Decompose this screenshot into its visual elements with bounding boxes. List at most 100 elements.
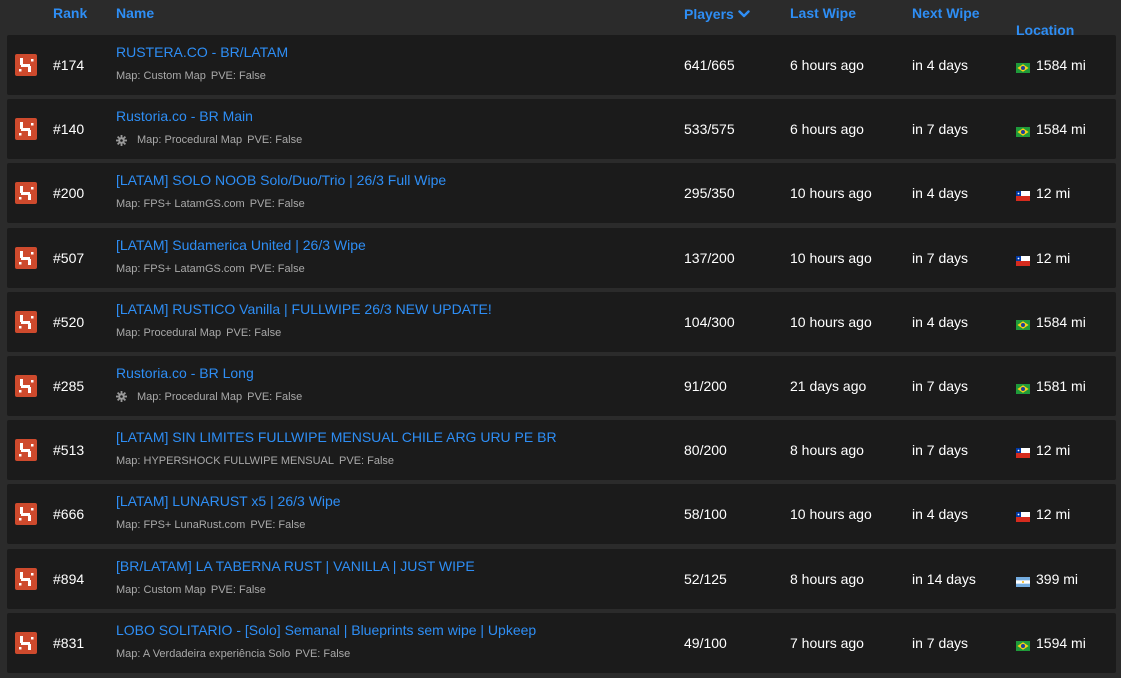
table-row[interactable]: #520 [LATAM] RUSTICO Vanilla | FULLWIPE … (7, 291, 1116, 352)
players-column-header[interactable]: Players (684, 5, 750, 22)
server-meta: Map: A Verdadeira experiência Solo PVE: … (116, 648, 350, 660)
server-rank: #200 (53, 185, 85, 202)
server-location: 12 mi (1016, 442, 1071, 459)
server-distance: 399 mi (1036, 570, 1079, 587)
server-meta: Map: FPS+ LatamGS.com PVE: False (116, 263, 305, 275)
rust-game-icon (15, 118, 37, 141)
brazil-flag-icon (1016, 317, 1030, 330)
rust-game-icon (15, 246, 37, 269)
server-last-wipe: 8 hours ago (790, 442, 864, 459)
rust-game-icon (15, 631, 37, 654)
server-distance: 12 mi (1036, 185, 1071, 202)
server-name-link[interactable]: [BR/LATAM] LA TABERNA RUST | VANILLA | J… (116, 558, 475, 574)
server-meta: Map: Procedural Map PVE: False (116, 391, 302, 403)
server-rank: #513 (53, 442, 85, 459)
server-last-wipe: 7 hours ago (790, 634, 864, 651)
chile-flag-icon (1016, 253, 1030, 266)
server-meta: Map: Custom Map PVE: False (116, 70, 266, 82)
server-name-link[interactable]: Rustoria.co - BR Long (116, 365, 254, 381)
brazil-flag-icon (1016, 381, 1030, 394)
server-name-link[interactable]: LOBO SOLITARIO - [Solo] Semanal | Bluepr… (116, 622, 536, 638)
server-rows: #174 RUSTERA.CO - BR/LATAM Map: Custom M… (7, 35, 1116, 677)
table-row[interactable]: #140 Rustoria.co - BR Main Map: Procedur… (7, 99, 1116, 160)
server-map: Map: HYPERSHOCK FULLWIPE MENSUAL (116, 455, 335, 468)
rust-game-icon (15, 182, 37, 205)
brazil-flag-icon (1016, 60, 1030, 73)
table-row[interactable]: #894 [BR/LATAM] LA TABERNA RUST | VANILL… (7, 548, 1116, 609)
server-name-link[interactable]: Rustoria.co - BR Main (116, 108, 253, 124)
server-distance: 1581 mi (1036, 377, 1086, 394)
server-list: Rank Name Players Last Wipe Next Wipe Lo… (0, 0, 1121, 678)
chile-flag-icon (1016, 188, 1030, 202)
server-last-wipe: 6 hours ago (790, 57, 864, 73)
server-players: 49/100 (684, 634, 727, 651)
table-row[interactable]: #513 [LATAM] SIN LIMITES FULLWIPE MENSUA… (7, 420, 1116, 481)
gear-icon (116, 134, 127, 146)
server-rank: #520 (53, 313, 85, 330)
server-distance: 1584 mi (1036, 313, 1086, 330)
table-row[interactable]: #507 [LATAM] Sudamerica United | 26/3 Wi… (7, 227, 1116, 288)
rust-game-icon (15, 503, 37, 526)
server-map: Map: Procedural Map (137, 390, 243, 403)
server-location: 1584 mi (1016, 57, 1086, 73)
chevron-down-icon (738, 5, 750, 21)
server-distance: 1584 mi (1036, 121, 1086, 138)
server-next-wipe: in 7 days (912, 442, 969, 459)
server-location: 1584 mi (1016, 314, 1086, 330)
rust-game-icon (15, 374, 37, 397)
server-next-wipe: in 7 days (912, 121, 969, 138)
name-column-header[interactable]: Name (116, 5, 154, 21)
server-meta: Map: FPS+ LunaRust.com PVE: False (116, 519, 305, 531)
server-location: 12 mi (1016, 185, 1071, 202)
table-row[interactable]: #285 Rustoria.co - BR Long Map: Procedur… (7, 355, 1116, 416)
last-wipe-column-header[interactable]: Last Wipe (790, 5, 856, 21)
server-name-link[interactable]: [LATAM] RUSTICO Vanilla | FULLWIPE 26/3 … (116, 301, 492, 317)
next-wipe-column-header[interactable]: Next Wipe (912, 5, 980, 21)
server-pve: PVE: False (249, 262, 305, 275)
server-location: 1594 mi (1016, 635, 1086, 651)
server-name-link[interactable]: RUSTERA.CO - BR/LATAM (116, 44, 288, 60)
server-distance: 1594 mi (1036, 634, 1086, 651)
server-meta: Map: Custom Map PVE: False (116, 584, 266, 596)
server-rank: #174 (53, 57, 85, 73)
server-meta: Map: HYPERSHOCK FULLWIPE MENSUAL PVE: Fa… (116, 455, 394, 467)
server-name-link[interactable]: [LATAM] LUNARUST x5 | 26/3 Wipe (116, 493, 341, 509)
server-next-wipe: in 4 days (912, 506, 969, 523)
server-name-link[interactable]: [LATAM] SOLO NOOB Solo/Duo/Trio | 26/3 F… (116, 172, 446, 188)
table-row[interactable]: #666 [LATAM] LUNARUST x5 | 26/3 Wipe Map… (7, 484, 1116, 545)
rust-game-icon (15, 567, 37, 590)
server-pve: PVE: False (226, 326, 282, 339)
server-rank: #894 (53, 570, 85, 587)
server-pve: PVE: False (339, 455, 395, 468)
server-next-wipe: in 7 days (912, 634, 969, 651)
server-meta: Map: Procedural Map PVE: False (116, 134, 302, 146)
server-players: 80/200 (684, 442, 727, 459)
server-players: 295/350 (684, 185, 735, 202)
server-name-link[interactable]: [LATAM] Sudamerica United | 26/3 Wipe (116, 237, 366, 253)
server-distance: 12 mi (1036, 442, 1071, 459)
rust-game-icon (15, 54, 37, 76)
brazil-flag-icon (1016, 638, 1030, 651)
server-next-wipe: in 7 days (912, 249, 969, 266)
argentina-flag-icon (1016, 574, 1030, 587)
rank-column-header[interactable]: Rank (53, 5, 87, 21)
server-meta: Map: Procedural Map PVE: False (116, 327, 281, 339)
server-rank: #285 (53, 377, 85, 394)
server-next-wipe: in 14 days (912, 570, 976, 587)
server-map: Map: Custom Map (116, 583, 206, 596)
table-row[interactable]: #200 [LATAM] SOLO NOOB Solo/Duo/Trio | 2… (7, 163, 1116, 224)
server-last-wipe: 6 hours ago (790, 121, 864, 138)
server-players: 91/200 (684, 377, 727, 394)
server-players: 52/125 (684, 570, 727, 587)
server-map: Map: A Verdadeira experiência Solo (116, 647, 291, 660)
server-players: 104/300 (684, 313, 735, 330)
server-pve: PVE: False (247, 390, 303, 403)
server-pve: PVE: False (295, 647, 351, 660)
table-row[interactable]: #831 LOBO SOLITARIO - [Solo] Semanal | B… (7, 612, 1116, 673)
server-rank: #831 (53, 634, 85, 651)
server-meta: Map: FPS+ LatamGS.com PVE: False (116, 198, 305, 210)
server-rank: #666 (53, 506, 85, 523)
server-name-link[interactable]: [LATAM] SIN LIMITES FULLWIPE MENSUAL CHI… (116, 429, 557, 445)
table-row[interactable]: #174 RUSTERA.CO - BR/LATAM Map: Custom M… (7, 35, 1116, 95)
server-location: 1584 mi (1016, 121, 1086, 138)
